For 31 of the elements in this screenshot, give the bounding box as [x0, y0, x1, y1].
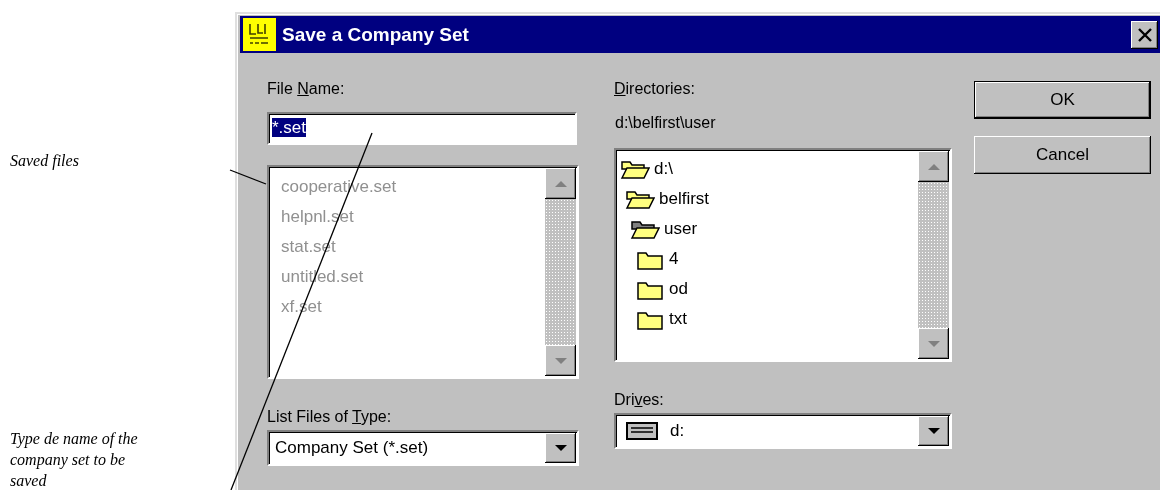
- dialog-button[interactable]: Cancel: [974, 136, 1151, 174]
- field-label: Directories:: [614, 80, 696, 99]
- drive-icon: [626, 421, 658, 441]
- annotation-text: Type de name of the company set to be saved: [10, 429, 139, 490]
- directory-item[interactable]: 4: [620, 244, 918, 274]
- dropdown-button[interactable]: [545, 433, 576, 463]
- close-button[interactable]: [1131, 20, 1158, 49]
- directory-item[interactable]: od: [620, 274, 918, 304]
- close-icon: [1136, 26, 1153, 43]
- down-arrow-icon: [553, 442, 568, 454]
- field-label: File Name:: [267, 80, 346, 99]
- file-name-field[interactable]: *.set: [267, 112, 577, 145]
- dialog-button[interactable]: OK: [974, 81, 1151, 119]
- scroll-up-button[interactable]: [918, 151, 949, 182]
- directory-item[interactable]: user: [620, 214, 918, 244]
- scroll-down-button[interactable]: [545, 345, 576, 376]
- directory-item[interactable]: txt: [620, 304, 918, 334]
- directory-path: d:\belfirst\user: [614, 114, 717, 133]
- field-label: Drives:: [614, 391, 665, 410]
- directory-item[interactable]: belfirst: [620, 184, 918, 214]
- down-arrow-icon: [926, 425, 941, 437]
- drive-dropdown[interactable]: d:: [614, 413, 952, 449]
- app-icon: [243, 18, 276, 51]
- dropdown-button[interactable]: [918, 416, 949, 446]
- directory-item[interactable]: d:\: [620, 154, 918, 184]
- scroll-down-button[interactable]: [918, 328, 949, 359]
- annotation-text: Saved files: [10, 151, 79, 171]
- field-label: List Files of Type:: [267, 408, 393, 427]
- window-title: Save a Company Set: [282, 23, 470, 46]
- file-type-dropdown[interactable]: Company Set (*.set): [267, 430, 579, 466]
- scroll-up-button[interactable]: [545, 168, 576, 199]
